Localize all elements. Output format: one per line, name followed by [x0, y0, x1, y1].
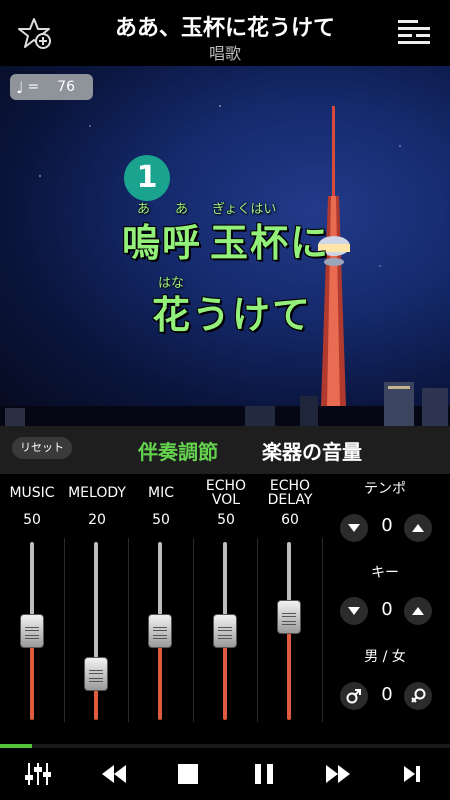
skip-next-icon[interactable]	[398, 760, 426, 788]
channel-label-echo-delay-l2: DELAY	[267, 492, 313, 508]
key-value: 0	[381, 599, 393, 620]
channel-label-music: MUSIC	[9, 485, 55, 501]
stop-icon[interactable]	[174, 760, 202, 788]
channel-value-music: 50	[23, 512, 41, 528]
slider-knob-melody[interactable]	[84, 657, 108, 692]
channel-divider	[257, 538, 258, 722]
channel-value-echo-delay: 60	[281, 512, 299, 528]
channel-value-melody: 20	[88, 512, 106, 528]
music-note-icon: ♩	[16, 77, 24, 97]
lyric-line-2: 花うけて	[152, 293, 313, 337]
slider-knob-mic[interactable]	[148, 614, 172, 648]
triangle-down-icon	[348, 607, 360, 615]
mixer-sliders-icon[interactable]	[24, 760, 52, 788]
key-up-button[interactable]	[404, 597, 432, 625]
song-title: ああ、玉杯に花うけて	[114, 16, 335, 41]
channel-label-mic: MIC	[148, 485, 174, 501]
slider-knob-echo-delay[interactable]	[277, 599, 301, 634]
male-button[interactable]	[340, 682, 368, 710]
channel-divider	[193, 538, 194, 722]
song-genre: 唱歌	[208, 44, 241, 63]
lyrics-menu-icon[interactable]	[398, 18, 430, 48]
key-down-button[interactable]	[340, 597, 368, 625]
tempo-label: テンポ	[364, 481, 406, 497]
slider-track-melody[interactable]	[94, 542, 98, 675]
slider-knob-music[interactable]	[20, 614, 44, 648]
tempo-down-button[interactable]	[340, 514, 368, 542]
lyric-line-1b: 玉杯に	[210, 221, 331, 265]
transport-bar	[0, 748, 450, 800]
channel-divider	[322, 538, 323, 722]
triangle-up-icon	[412, 524, 424, 532]
channel-value-mic: 50	[152, 512, 170, 528]
channel-divider	[128, 538, 129, 722]
tab-instrument-volume[interactable]: 楽器の音量	[262, 436, 362, 465]
tab-accompaniment[interactable]: 伴奏調節	[138, 436, 218, 465]
female-symbol-icon	[411, 688, 426, 703]
gender-label: 男 / 女	[364, 649, 406, 665]
triangle-down-icon	[348, 524, 360, 532]
verse-number: 1	[124, 155, 170, 201]
gender-value: 0	[381, 684, 393, 705]
channel-label-melody: MELODY	[68, 485, 126, 501]
lyric-line-1a: 嗚呼	[122, 221, 203, 265]
tempo-equals: =	[27, 79, 40, 95]
triangle-up-icon	[412, 607, 424, 615]
channel-value-echo-vol: 50	[217, 512, 235, 528]
channel-label-echo-delay-l1: ECHO	[269, 478, 311, 494]
reset-button[interactable]: リセット	[12, 437, 72, 459]
tempo-up-button[interactable]	[404, 514, 432, 542]
tempo-badge-value: 76	[57, 79, 75, 95]
pause-icon[interactable]	[250, 760, 278, 788]
tempo-value: 0	[381, 515, 393, 536]
male-symbol-icon	[346, 689, 361, 704]
key-label: キー	[371, 565, 399, 581]
slider-knob-echo-vol[interactable]	[213, 614, 237, 648]
tempo-badge: ♩ = 76	[10, 74, 93, 100]
fast-forward-icon[interactable]	[324, 760, 352, 788]
rewind-icon[interactable]	[100, 760, 128, 788]
female-button[interactable]	[404, 682, 432, 710]
channel-label-echo-vol-l2: VOL	[211, 492, 241, 508]
channel-label-echo-vol-l1: ECHO	[205, 478, 247, 494]
channel-divider	[64, 538, 65, 722]
